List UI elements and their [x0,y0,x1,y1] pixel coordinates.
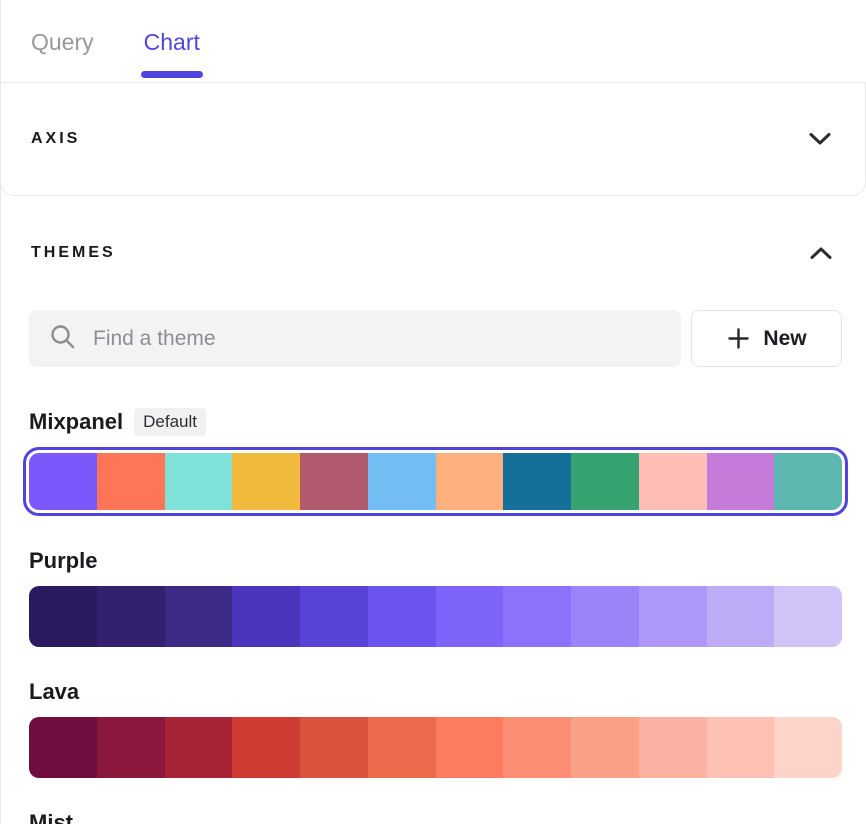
color-swatch [436,717,504,778]
theme-name: Lava [29,679,79,705]
color-swatch [368,453,436,510]
color-swatch [165,586,233,647]
color-swatch [300,717,368,778]
tab-chart[interactable]: Chart [144,0,200,82]
theme-swatch-row-lava[interactable] [29,717,842,778]
color-swatch [29,717,97,778]
theme-name: Mist [29,810,73,824]
theme-search-input[interactable] [93,327,661,351]
color-swatch [707,586,775,647]
color-swatch [97,717,165,778]
theme-item: Mist [29,808,842,824]
axis-section-title: AXIS [31,130,80,148]
theme-item: Lava [29,677,842,778]
color-swatch [165,717,233,778]
color-swatch [503,717,571,778]
tab-bar: Query Chart [1,0,866,83]
color-swatch [503,586,571,647]
theme-label-row: Mist [29,808,842,824]
swatch-strip [29,453,842,510]
themes-controls: New [29,310,842,367]
tab-query-label: Query [31,29,94,56]
plus-icon [726,326,751,351]
active-tab-underline [141,71,203,78]
theme-label-row: Mixpanel Default [29,407,842,437]
chart-settings-panel: Query Chart AXIS THEMES [0,0,866,824]
theme-item: Purple [29,546,842,647]
color-swatch [97,586,165,647]
color-swatch [232,586,300,647]
chevron-down-icon[interactable] [808,131,832,147]
new-theme-button-label: New [763,327,806,351]
swatch-strip [29,717,842,778]
theme-label-row: Lava [29,677,842,707]
theme-label-row: Purple [29,546,842,576]
theme-name: Purple [29,548,97,574]
themes-section: THEMES [1,244,866,824]
tab-query[interactable]: Query [31,0,94,82]
color-swatch [300,453,368,510]
axis-section-header[interactable]: AXIS [0,83,866,196]
color-swatch [774,586,842,647]
color-swatch [707,453,775,510]
color-swatch [774,717,842,778]
color-swatch [368,586,436,647]
theme-list: Mixpanel Default Purple Lava Mist [29,407,842,824]
color-swatch [368,717,436,778]
color-swatch [774,453,842,510]
color-swatch [639,453,707,510]
color-swatch [571,717,639,778]
new-theme-button[interactable]: New [691,310,842,367]
themes-section-title: THEMES [31,244,116,262]
color-swatch [436,586,504,647]
theme-search[interactable] [29,310,681,367]
color-swatch [165,453,233,510]
default-badge: Default [134,408,206,436]
tab-chart-label: Chart [144,29,200,56]
themes-section-header[interactable]: THEMES [31,244,833,262]
color-swatch [436,453,504,510]
color-swatch [639,717,707,778]
theme-name: Mixpanel [29,409,123,435]
color-swatch [571,586,639,647]
color-swatch [707,717,775,778]
color-swatch [29,453,97,510]
swatch-strip [29,586,842,647]
color-swatch [97,453,165,510]
color-swatch [232,453,300,510]
chevron-up-icon[interactable] [809,245,833,261]
theme-swatch-row-mixpanel[interactable] [23,447,848,516]
color-swatch [503,453,571,510]
color-swatch [300,586,368,647]
search-icon [49,323,76,355]
color-swatch [232,717,300,778]
theme-swatch-row-purple[interactable] [29,586,842,647]
color-swatch [29,586,97,647]
theme-item: Mixpanel Default [29,407,842,516]
color-swatch [571,453,639,510]
color-swatch [639,586,707,647]
